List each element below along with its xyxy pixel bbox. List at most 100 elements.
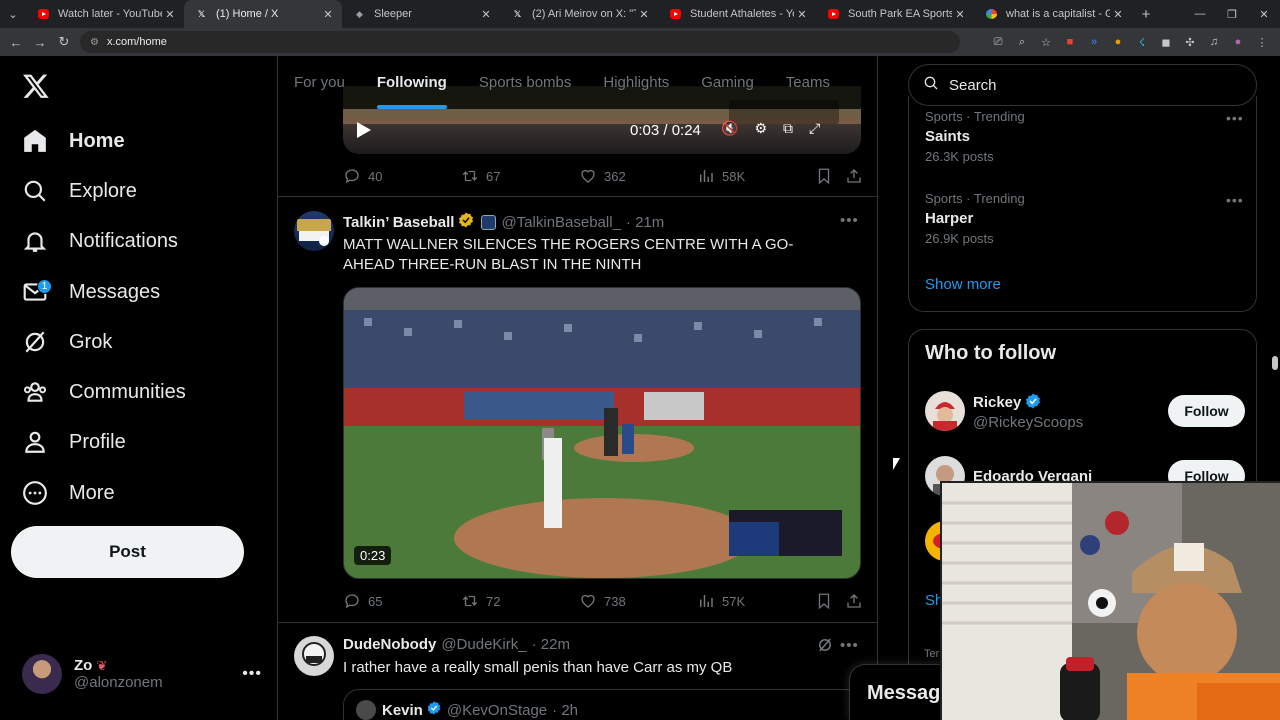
tab-gaming[interactable]: Gaming — [685, 56, 770, 109]
close-icon[interactable]: ✕ — [162, 8, 178, 21]
close-icon[interactable]: ✕ — [794, 8, 810, 21]
gold-verified-icon — [457, 211, 475, 233]
tab-highlights[interactable]: Highlights — [587, 56, 685, 109]
extension-gray-icon[interactable]: ◼ — [1154, 36, 1178, 49]
x-logo-icon[interactable] — [22, 72, 50, 100]
forward-icon[interactable]: → — [28, 35, 52, 50]
nav-item-more[interactable]: More — [22, 473, 115, 513]
close-icon[interactable]: ✕ — [320, 8, 336, 21]
avatar[interactable] — [294, 211, 334, 251]
bookmark-button[interactable] — [815, 167, 845, 185]
repost-button[interactable]: 67 — [461, 167, 579, 185]
browser-menu-icon[interactable]: ⋮ — [1250, 36, 1274, 49]
extension-teal-icon[interactable]: ☇ — [1130, 36, 1154, 49]
new-tab-icon[interactable]: + — [1132, 6, 1160, 23]
views-button[interactable]: 57K — [697, 592, 815, 610]
tab-search-icon[interactable]: ⌄ — [0, 0, 26, 28]
follow-suggestion[interactable]: Rickey @RickeyScoops Follow — [925, 389, 1245, 433]
tweet-author-handle[interactable]: @TalkinBaseball_ — [501, 214, 620, 231]
tweet-author-handle[interactable]: @DudeKirk_ — [441, 636, 526, 653]
like-button[interactable]: 362 — [579, 167, 697, 185]
close-icon[interactable]: ✕ — [636, 8, 652, 21]
install-icon[interactable]: ⎚ — [986, 36, 1010, 49]
tweet-time[interactable]: · 21m — [626, 214, 664, 231]
zoom-icon[interactable]: ⌕ — [1010, 36, 1034, 49]
scrollbar-thumb[interactable] — [1272, 356, 1278, 370]
media-control-icon[interactable]: ♫ — [1202, 36, 1226, 48]
more-dots-icon[interactable]: ••• — [1226, 192, 1244, 208]
nav-item-messages[interactable]: 1 Messages — [22, 272, 160, 312]
back-icon[interactable]: ← — [4, 35, 28, 50]
close-icon[interactable]: ✕ — [952, 8, 968, 21]
tab-sports-bombs[interactable]: Sports bombs — [463, 56, 588, 109]
tweet-video[interactable]: 0:23 — [343, 287, 861, 579]
share-button[interactable] — [845, 167, 863, 185]
mute-icon[interactable]: 🔇 — [721, 120, 738, 137]
x-icon: 𝕏 — [513, 8, 522, 19]
follow-button[interactable]: Follow — [1168, 395, 1245, 427]
account-switcher[interactable]: Zo ❦ @alonzonem ••• — [22, 652, 262, 696]
browser-tab-active[interactable]: 𝕏 (1) Home / X ✕ — [184, 0, 342, 28]
reload-icon[interactable]: ↻ — [52, 34, 76, 50]
browser-tab[interactable]: Watch later - YouTube ✕ — [26, 0, 184, 28]
close-icon[interactable]: ✕ — [478, 8, 494, 21]
messages-badge: 1 — [37, 279, 52, 294]
extensions-puzzle-icon[interactable]: ✣ — [1178, 36, 1202, 49]
close-icon[interactable]: ✕ — [1110, 8, 1126, 21]
tweet-author-name[interactable]: Talkin’ Baseball — [343, 214, 454, 231]
extension-red-icon[interactable]: ■ — [1058, 36, 1082, 48]
views-button[interactable]: 58K — [697, 167, 815, 185]
trends-show-more-link[interactable]: Show more — [925, 276, 1001, 293]
nav-item-home[interactable]: Home — [22, 121, 125, 161]
extension-orange-icon[interactable]: ● — [1106, 36, 1130, 48]
bookmark-star-icon[interactable]: ☆ — [1034, 36, 1058, 49]
bookmark-icon — [818, 593, 830, 610]
fullscreen-icon[interactable]: ⤢ — [809, 120, 820, 137]
nav-item-grok[interactable]: Grok — [22, 322, 112, 362]
nav-item-notifications[interactable]: Notifications — [22, 221, 178, 261]
minimize-icon[interactable]: — — [1184, 8, 1216, 21]
play-icon[interactable] — [357, 122, 371, 138]
nav-item-explore[interactable]: Explore — [22, 171, 137, 211]
browser-tab[interactable]: South Park EA Sports Deal - Yo ✕ — [816, 0, 974, 28]
bookmark-icon — [818, 168, 830, 185]
browser-tab[interactable]: 𝕏 (2) Ari Meirov on X: "This is the ✕ — [500, 0, 658, 28]
grok-icon[interactable] — [816, 636, 834, 659]
tab-teams[interactable]: Teams — [770, 56, 846, 109]
more-dots-icon[interactable]: ••• — [242, 665, 262, 683]
tweet-author-name[interactable]: DudeNobody — [343, 636, 436, 653]
window-close-icon[interactable]: ✕ — [1248, 8, 1280, 21]
search-input[interactable]: Search — [908, 64, 1257, 106]
trend-item[interactable]: Sports · Trending Saints 26.3K posts — [925, 109, 1025, 164]
extension-blue-icon[interactable]: » — [1082, 36, 1106, 48]
nav-item-communities[interactable]: Communities — [22, 372, 186, 412]
search-icon — [22, 178, 48, 204]
nav-item-profile[interactable]: Profile — [22, 422, 126, 462]
reply-button[interactable]: 40 — [343, 167, 461, 185]
repost-button[interactable]: 72 — [461, 592, 579, 610]
pip-icon[interactable]: ⧉ — [783, 120, 793, 137]
trend-item[interactable]: Sports · Trending Harper 26.9K posts — [925, 191, 1025, 246]
settings-gear-icon[interactable]: ⚙ — [754, 120, 767, 137]
tab-following[interactable]: Following — [361, 56, 463, 109]
tab-for-you[interactable]: For you — [278, 56, 361, 109]
browser-tab[interactable]: Student Athaletes - YouTube ✕ — [658, 0, 816, 28]
more-dots-icon[interactable]: ••• — [840, 212, 859, 229]
more-dots-icon[interactable]: ••• — [840, 637, 859, 654]
like-button[interactable]: 738 — [579, 592, 697, 610]
quote-tweet[interactable]: Kevin @KevOnStage · 2h — [343, 689, 861, 720]
tweet-header: DudeNobody @DudeKirk_ · 22m — [343, 636, 570, 653]
site-info-icon[interactable]: ⚙ — [90, 37, 99, 48]
restore-icon[interactable]: ❐ — [1216, 8, 1248, 21]
more-dots-icon[interactable]: ••• — [1226, 110, 1244, 126]
avatar[interactable] — [294, 636, 334, 676]
share-button[interactable] — [845, 592, 863, 610]
url-field[interactable]: ⚙ x.com/home — [80, 31, 960, 53]
browser-tab[interactable]: what is a capitalist - Google Se ✕ — [974, 0, 1132, 28]
browser-tab[interactable]: ◆ Sleeper ✕ — [342, 0, 500, 28]
bookmark-button[interactable] — [815, 592, 845, 610]
profile-avatar-icon[interactable]: ● — [1226, 36, 1250, 48]
reply-button[interactable]: 65 — [343, 592, 461, 610]
post-button[interactable]: Post — [11, 526, 244, 578]
tweet-time[interactable]: · 22m — [532, 636, 570, 653]
